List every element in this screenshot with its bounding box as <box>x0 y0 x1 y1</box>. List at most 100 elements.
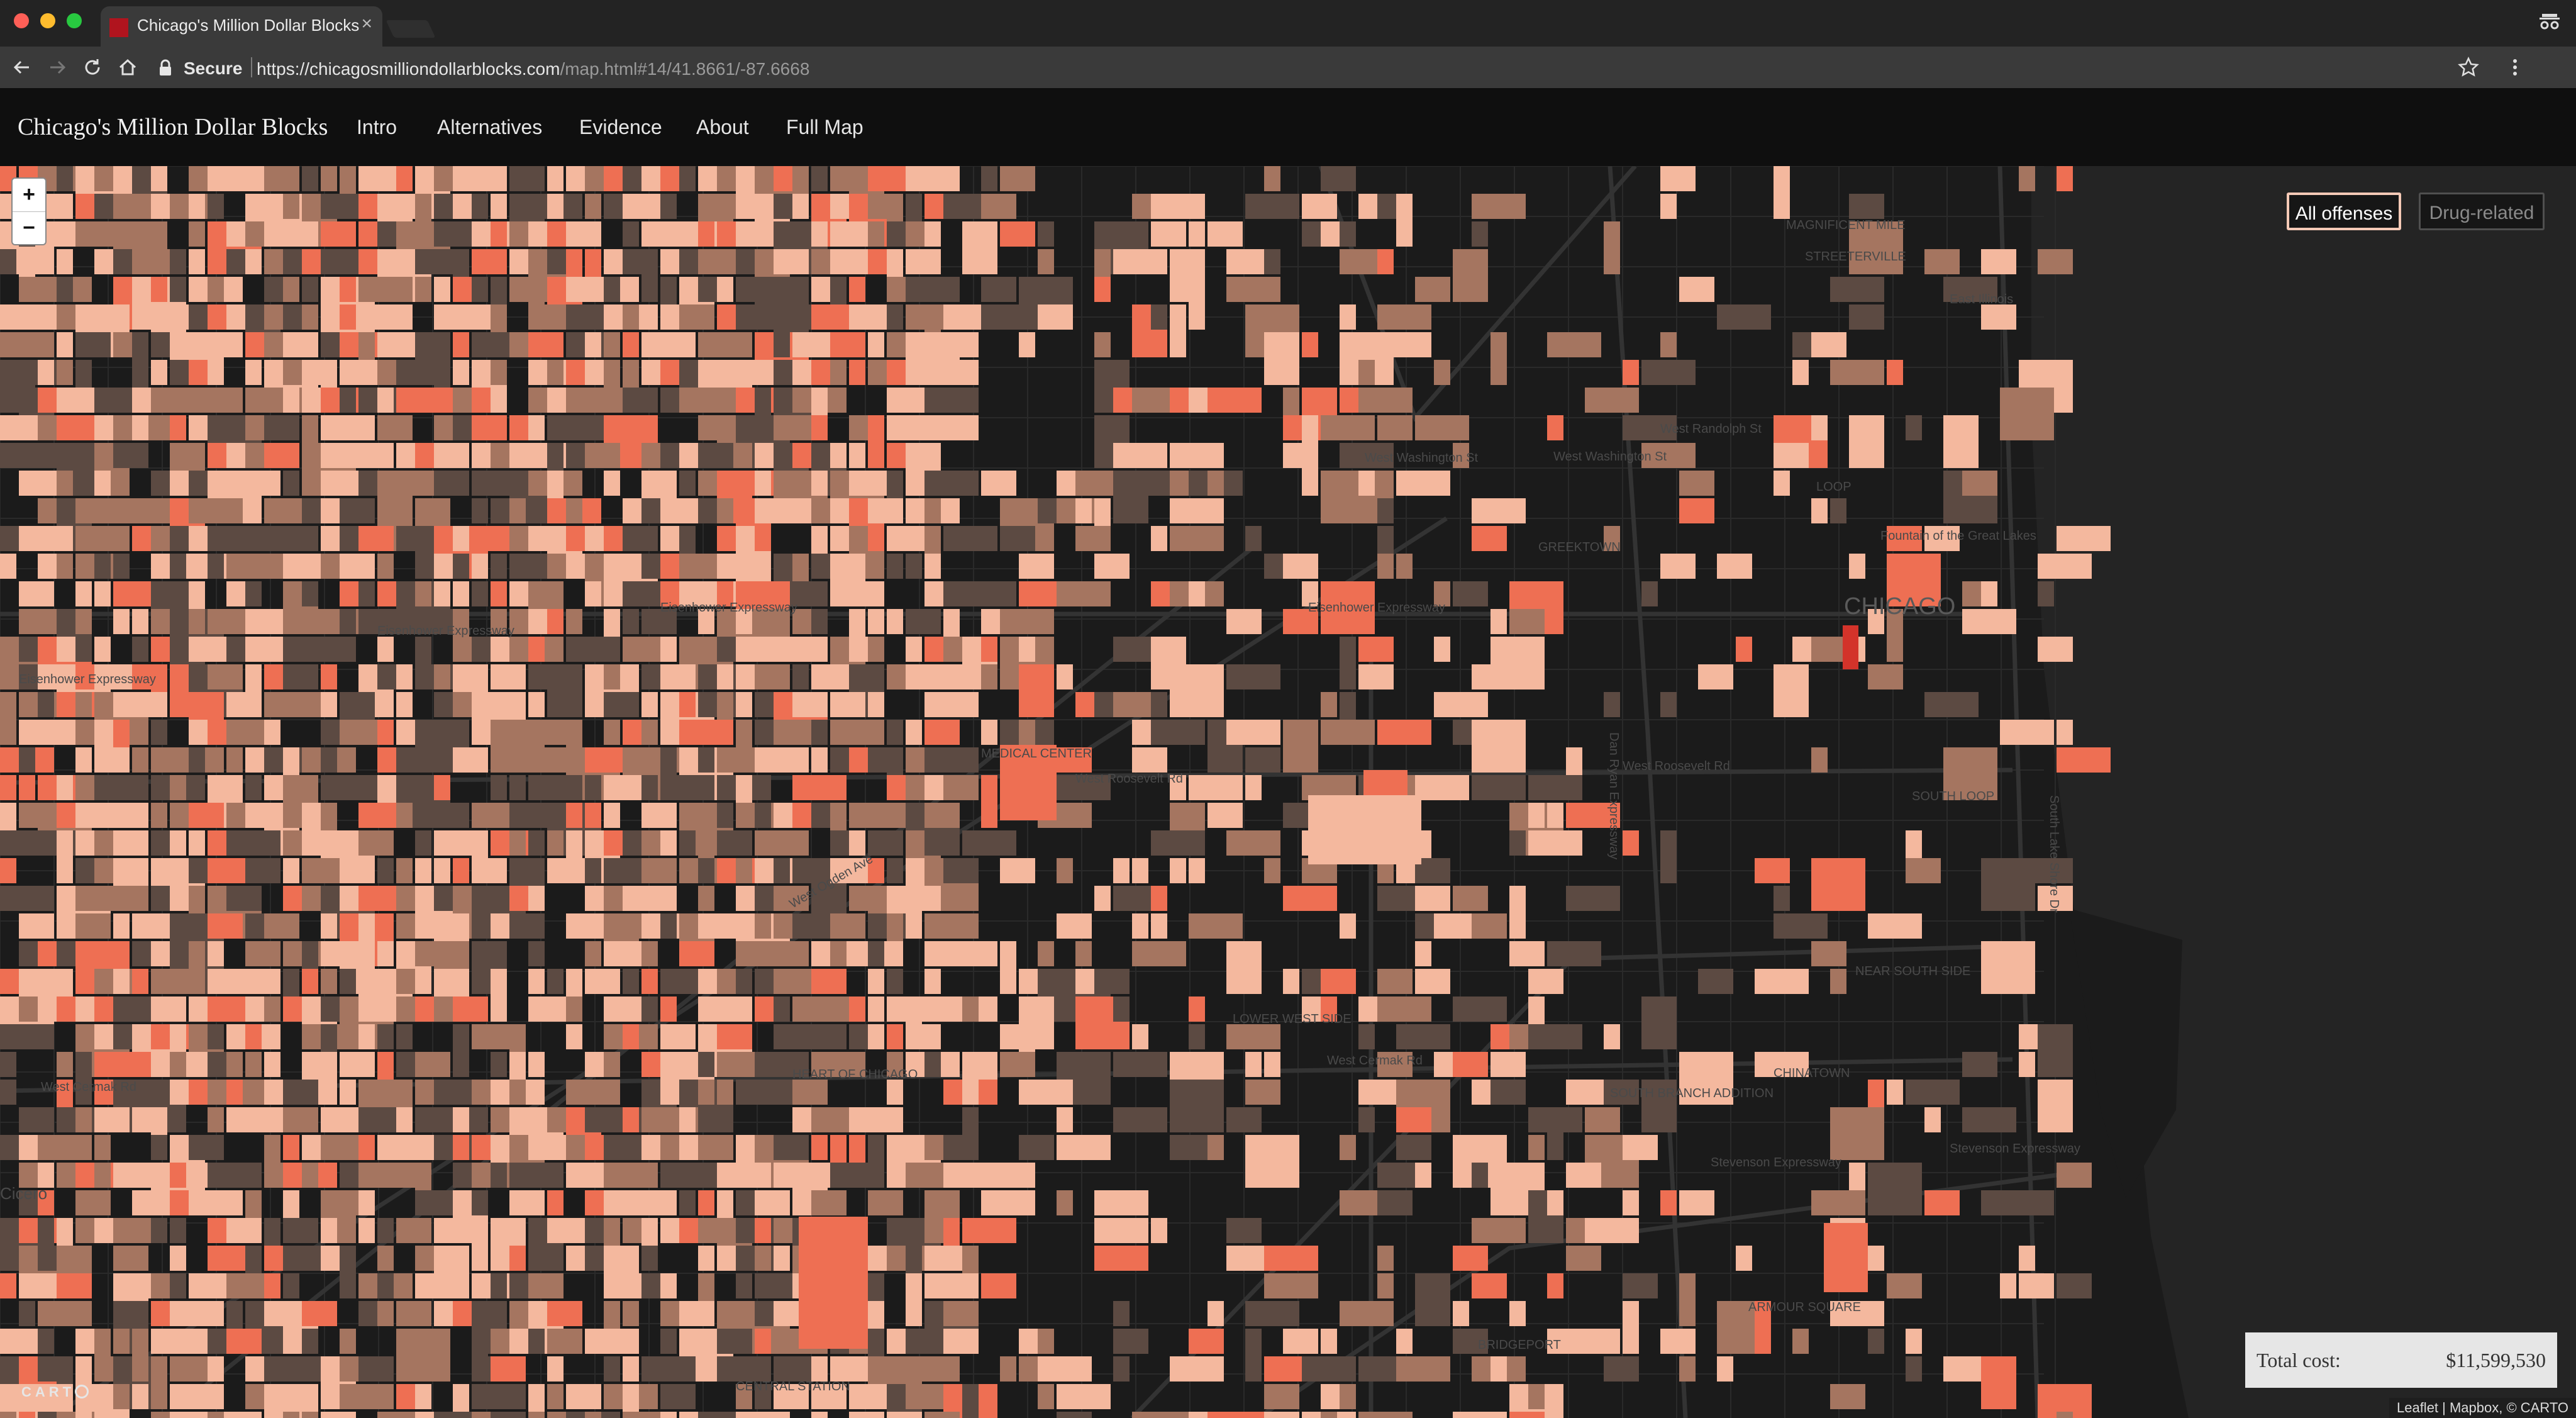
block-cell <box>245 249 262 274</box>
block-cell <box>1641 360 1696 385</box>
block-cell <box>849 443 865 468</box>
block-cell <box>377 415 413 440</box>
tab-close-button[interactable]: × <box>361 14 372 33</box>
block-cell <box>340 1080 356 1105</box>
block-cell <box>396 858 413 883</box>
block-cell <box>377 1246 394 1271</box>
block-cell <box>1547 332 1601 357</box>
block-cell <box>1604 692 1620 717</box>
block-cell <box>1377 415 1413 440</box>
block-cell <box>1811 498 1828 523</box>
block-cell <box>1340 1384 1356 1409</box>
block-cell <box>1679 498 1714 523</box>
bookmark-star-icon[interactable] <box>2457 55 2480 79</box>
maximize-window-button[interactable] <box>67 13 82 28</box>
block-cell <box>396 1218 431 1243</box>
block-cell <box>1264 664 1280 689</box>
site-title[interactable]: Chicago's Million Dollar Blocks <box>18 113 328 141</box>
block-cell <box>1189 221 1205 247</box>
block-cell <box>1321 1412 1337 1418</box>
forward-arrow-icon[interactable] <box>45 55 69 79</box>
browser-toolbar: Secure https://chicagosmilliondollarbloc… <box>0 47 2576 88</box>
block-cell <box>1528 1024 1582 1049</box>
home-icon[interactable] <box>116 55 140 79</box>
kebab-menu-icon[interactable] <box>2503 55 2527 79</box>
block-cell <box>868 526 884 551</box>
address-bar[interactable]: Secure https://chicagosmilliondollarbloc… <box>148 52 2537 83</box>
block-cell <box>1321 1329 1337 1354</box>
block-cell <box>491 360 507 385</box>
browser-tab[interactable]: Chicago's Million Dollar Blocks × <box>101 6 382 47</box>
map-label: West Roosevelt Rd <box>1623 759 1730 773</box>
block-cell <box>566 1080 620 1105</box>
block-cell <box>377 1218 394 1243</box>
block-cell <box>509 720 526 745</box>
lock-icon <box>160 59 171 75</box>
block-cell <box>641 526 658 551</box>
block-cell <box>358 1024 375 1049</box>
new-tab-button[interactable] <box>386 20 436 38</box>
block-cell <box>906 720 922 745</box>
drug-related-button[interactable]: Drug-related <box>2419 193 2545 230</box>
block-cell <box>283 1273 299 1298</box>
block-cell <box>1509 941 1545 966</box>
block-cell <box>547 692 564 717</box>
block-cell <box>264 1052 280 1077</box>
block-cell <box>1113 858 1130 883</box>
block-cell <box>1170 1080 1224 1132</box>
block-cell <box>509 498 526 523</box>
total-cost-value: $11,599,530 <box>2446 1349 2546 1371</box>
block-cell <box>19 747 35 773</box>
block-cell <box>924 1384 941 1409</box>
block-cell <box>811 969 847 994</box>
nav-intro[interactable]: Intro <box>357 116 397 139</box>
nav-alternatives[interactable]: Alternatives <box>437 116 542 139</box>
block-cell <box>1774 443 1809 468</box>
incognito-icon[interactable] <box>2537 9 2562 34</box>
block-cell <box>981 277 1016 302</box>
block-cell <box>1132 941 1186 966</box>
block-cell <box>1604 221 1620 274</box>
block-cell <box>1849 194 1884 219</box>
block-cell <box>623 332 639 357</box>
block-cell <box>1019 332 1035 357</box>
block-cell <box>981 1190 1035 1215</box>
map-canvas[interactable]: Eisenhower Expressway Eisenhower Express… <box>0 166 2576 1418</box>
nav-evidence[interactable]: Evidence <box>579 116 662 139</box>
lake-water <box>2031 166 2576 1418</box>
block-cell <box>283 277 299 302</box>
block-cell <box>189 1135 224 1160</box>
nav-about[interactable]: About <box>696 116 749 139</box>
map-attribution[interactable]: Leaflet | Mapbox, © CARTO <box>2389 1398 2576 1418</box>
block-cell <box>811 1412 828 1418</box>
block-cell <box>755 1246 771 1271</box>
minimize-window-button[interactable] <box>40 13 55 28</box>
all-offenses-button[interactable]: All offenses <box>2287 193 2401 230</box>
block-cell <box>604 1356 620 1382</box>
block-cell <box>170 1163 186 1188</box>
block-cell <box>604 332 620 357</box>
block-cell <box>1623 1273 1658 1298</box>
block-cell <box>1679 471 1714 496</box>
block-cell <box>2000 969 2016 994</box>
reload-icon[interactable] <box>80 55 104 79</box>
block-cell <box>887 858 903 883</box>
block-cell <box>849 581 884 606</box>
block-cell <box>1472 775 1526 800</box>
block-cell <box>1623 1301 1639 1354</box>
block-cell <box>679 692 696 717</box>
block-cell <box>547 1190 564 1215</box>
block-cell <box>604 803 620 828</box>
block-cell <box>1000 1356 1016 1382</box>
url-text[interactable]: https://chicagosmilliondollarblocks.com/… <box>257 59 809 79</box>
close-window-button[interactable] <box>14 13 29 28</box>
block-cell <box>830 692 865 717</box>
block-cell <box>1547 803 1563 828</box>
zoom-in-button[interactable]: + <box>13 179 45 212</box>
block-cell <box>208 277 224 302</box>
carto-logo[interactable]: CART <box>21 1384 89 1400</box>
zoom-out-button[interactable]: − <box>13 212 45 244</box>
back-arrow-icon[interactable] <box>10 55 34 79</box>
map-view[interactable]: Eisenhower Expressway Eisenhower Express… <box>0 166 2576 1418</box>
nav-full-map[interactable]: Full Map <box>786 116 863 139</box>
